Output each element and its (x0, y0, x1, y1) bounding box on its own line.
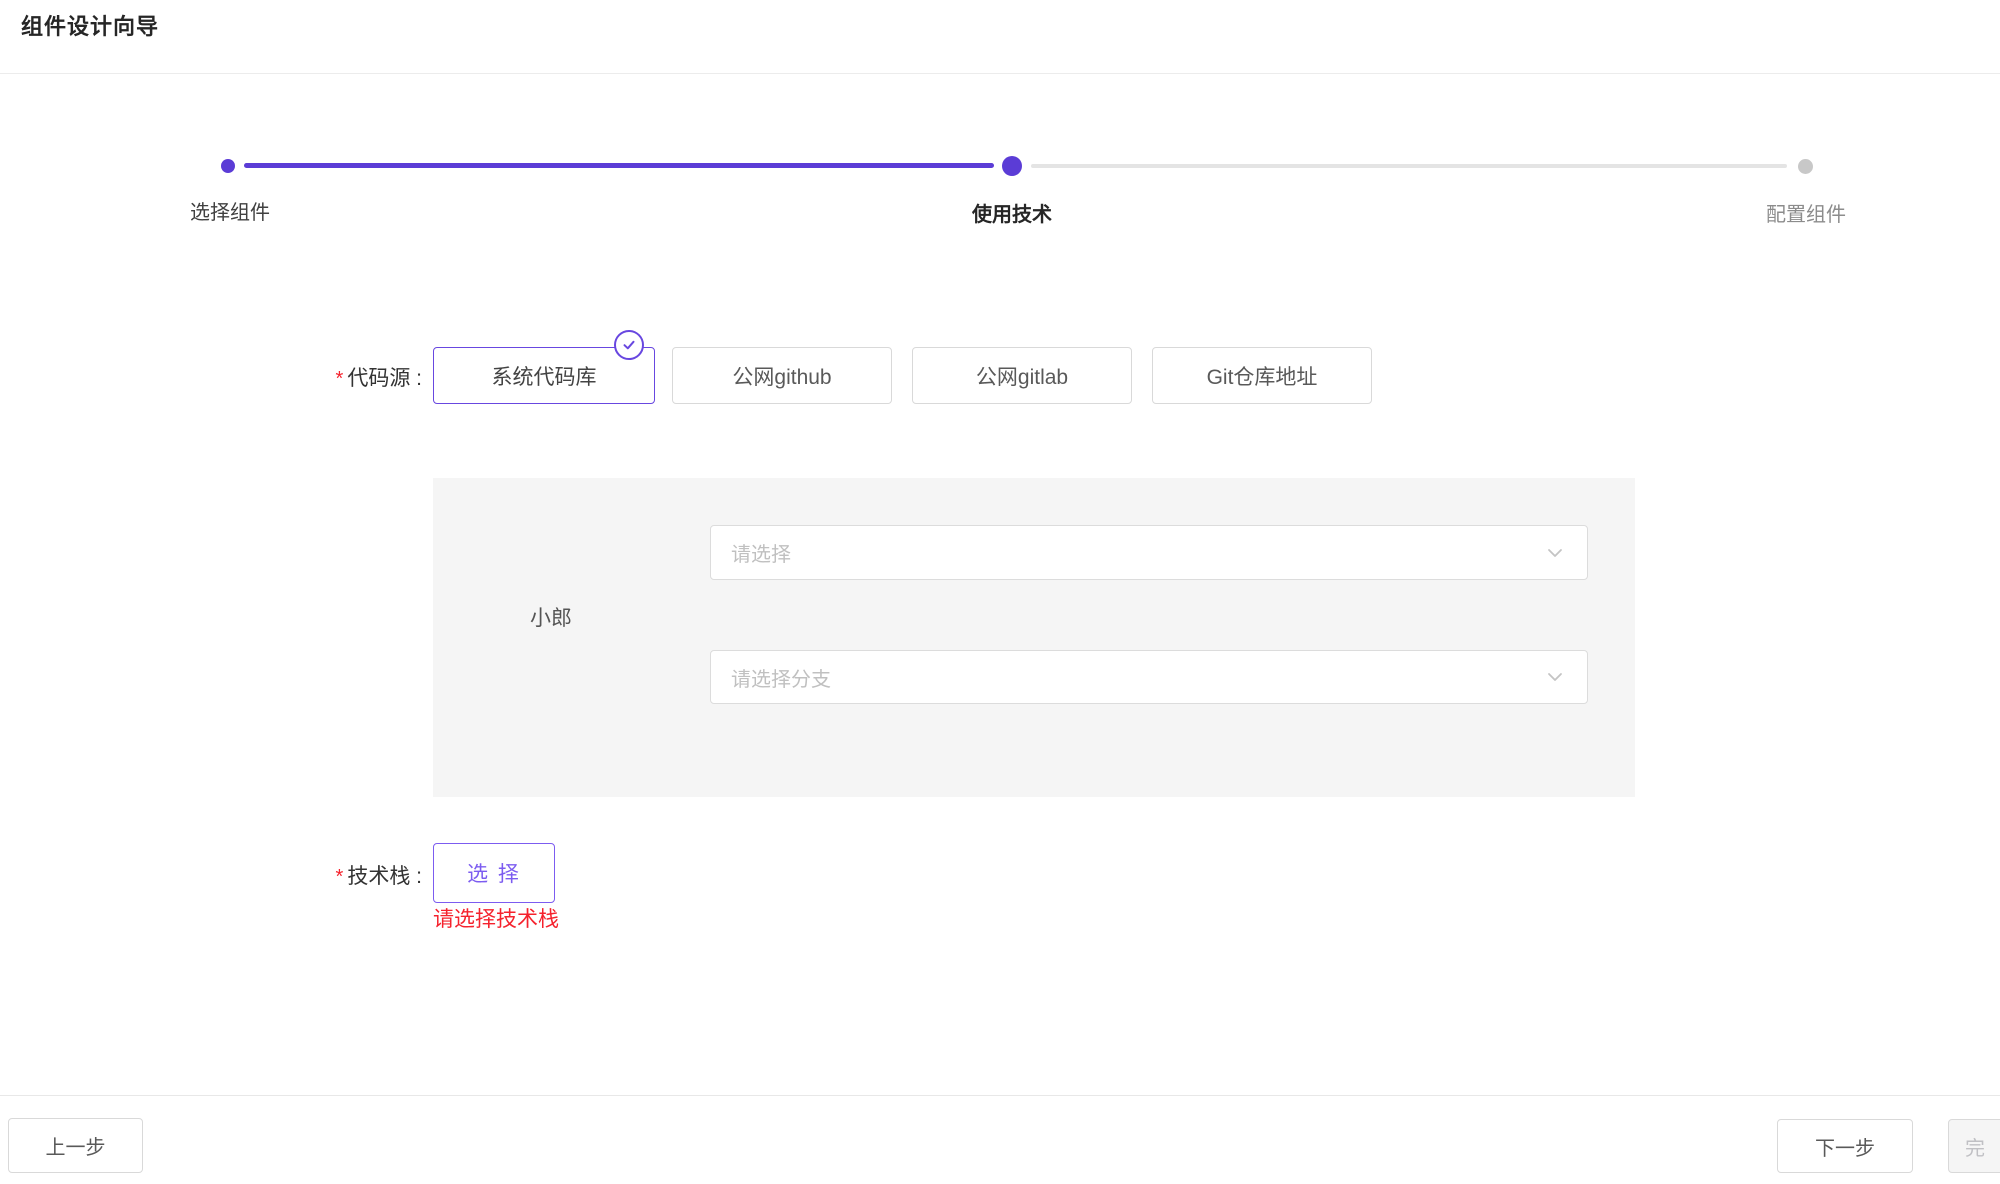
option-label: Git仓库地址 (1207, 361, 1318, 391)
tech-stack-label: *技术栈 : (202, 860, 422, 890)
step-dot-pending (1798, 159, 1813, 174)
finish-button-disabled[interactable]: 完 成 (1948, 1119, 2000, 1173)
step-label-use-technology: 使用技术 (972, 198, 1052, 227)
required-mark: * (336, 866, 344, 888)
step-label-select-component: 选择组件 (190, 196, 270, 225)
step-dot-finished (221, 159, 235, 173)
chevron-down-icon (1545, 667, 1565, 687)
step-label-configure-component: 配置组件 (1766, 198, 1846, 227)
option-label: 公网gitlab (976, 361, 1068, 391)
option-label: 系统代码库 (492, 361, 597, 391)
branch-select[interactable]: 请选择分支 (710, 650, 1588, 704)
code-source-option-system-repo[interactable]: 系统代码库 (433, 347, 655, 404)
repo-select-placeholder: 请选择 (731, 538, 1545, 567)
step-dot-active (1002, 156, 1022, 176)
tech-stack-select-button[interactable]: 选 择 (433, 843, 555, 903)
repo-config-panel: 小郎 请选择 请选择分支 (433, 478, 1635, 797)
chevron-down-icon (1545, 543, 1565, 563)
tech-stack-error-message: 请选择技术栈 (433, 903, 559, 933)
option-label: 公网github (732, 361, 831, 391)
previous-step-button[interactable]: 上一步 (8, 1118, 143, 1173)
selected-check-icon (614, 330, 644, 360)
code-source-option-public-github[interactable]: 公网github (672, 347, 892, 404)
step-connector-pending (1031, 164, 1787, 168)
repo-name-label: 小郎 (530, 602, 572, 632)
required-mark: * (336, 368, 344, 390)
code-source-option-git-repo-url[interactable]: Git仓库地址 (1152, 347, 1372, 404)
footer-divider (0, 1095, 2000, 1096)
code-source-label: *代码源 : (202, 362, 422, 392)
page-title: 组件设计向导 (21, 9, 159, 41)
branch-select-placeholder: 请选择分支 (731, 663, 1545, 692)
next-step-button[interactable]: 下一步 (1777, 1119, 1913, 1173)
header-divider (0, 73, 2000, 74)
repo-select[interactable]: 请选择 (710, 525, 1588, 580)
code-source-option-public-gitlab[interactable]: 公网gitlab (912, 347, 1132, 404)
step-connector-finished (244, 163, 994, 168)
